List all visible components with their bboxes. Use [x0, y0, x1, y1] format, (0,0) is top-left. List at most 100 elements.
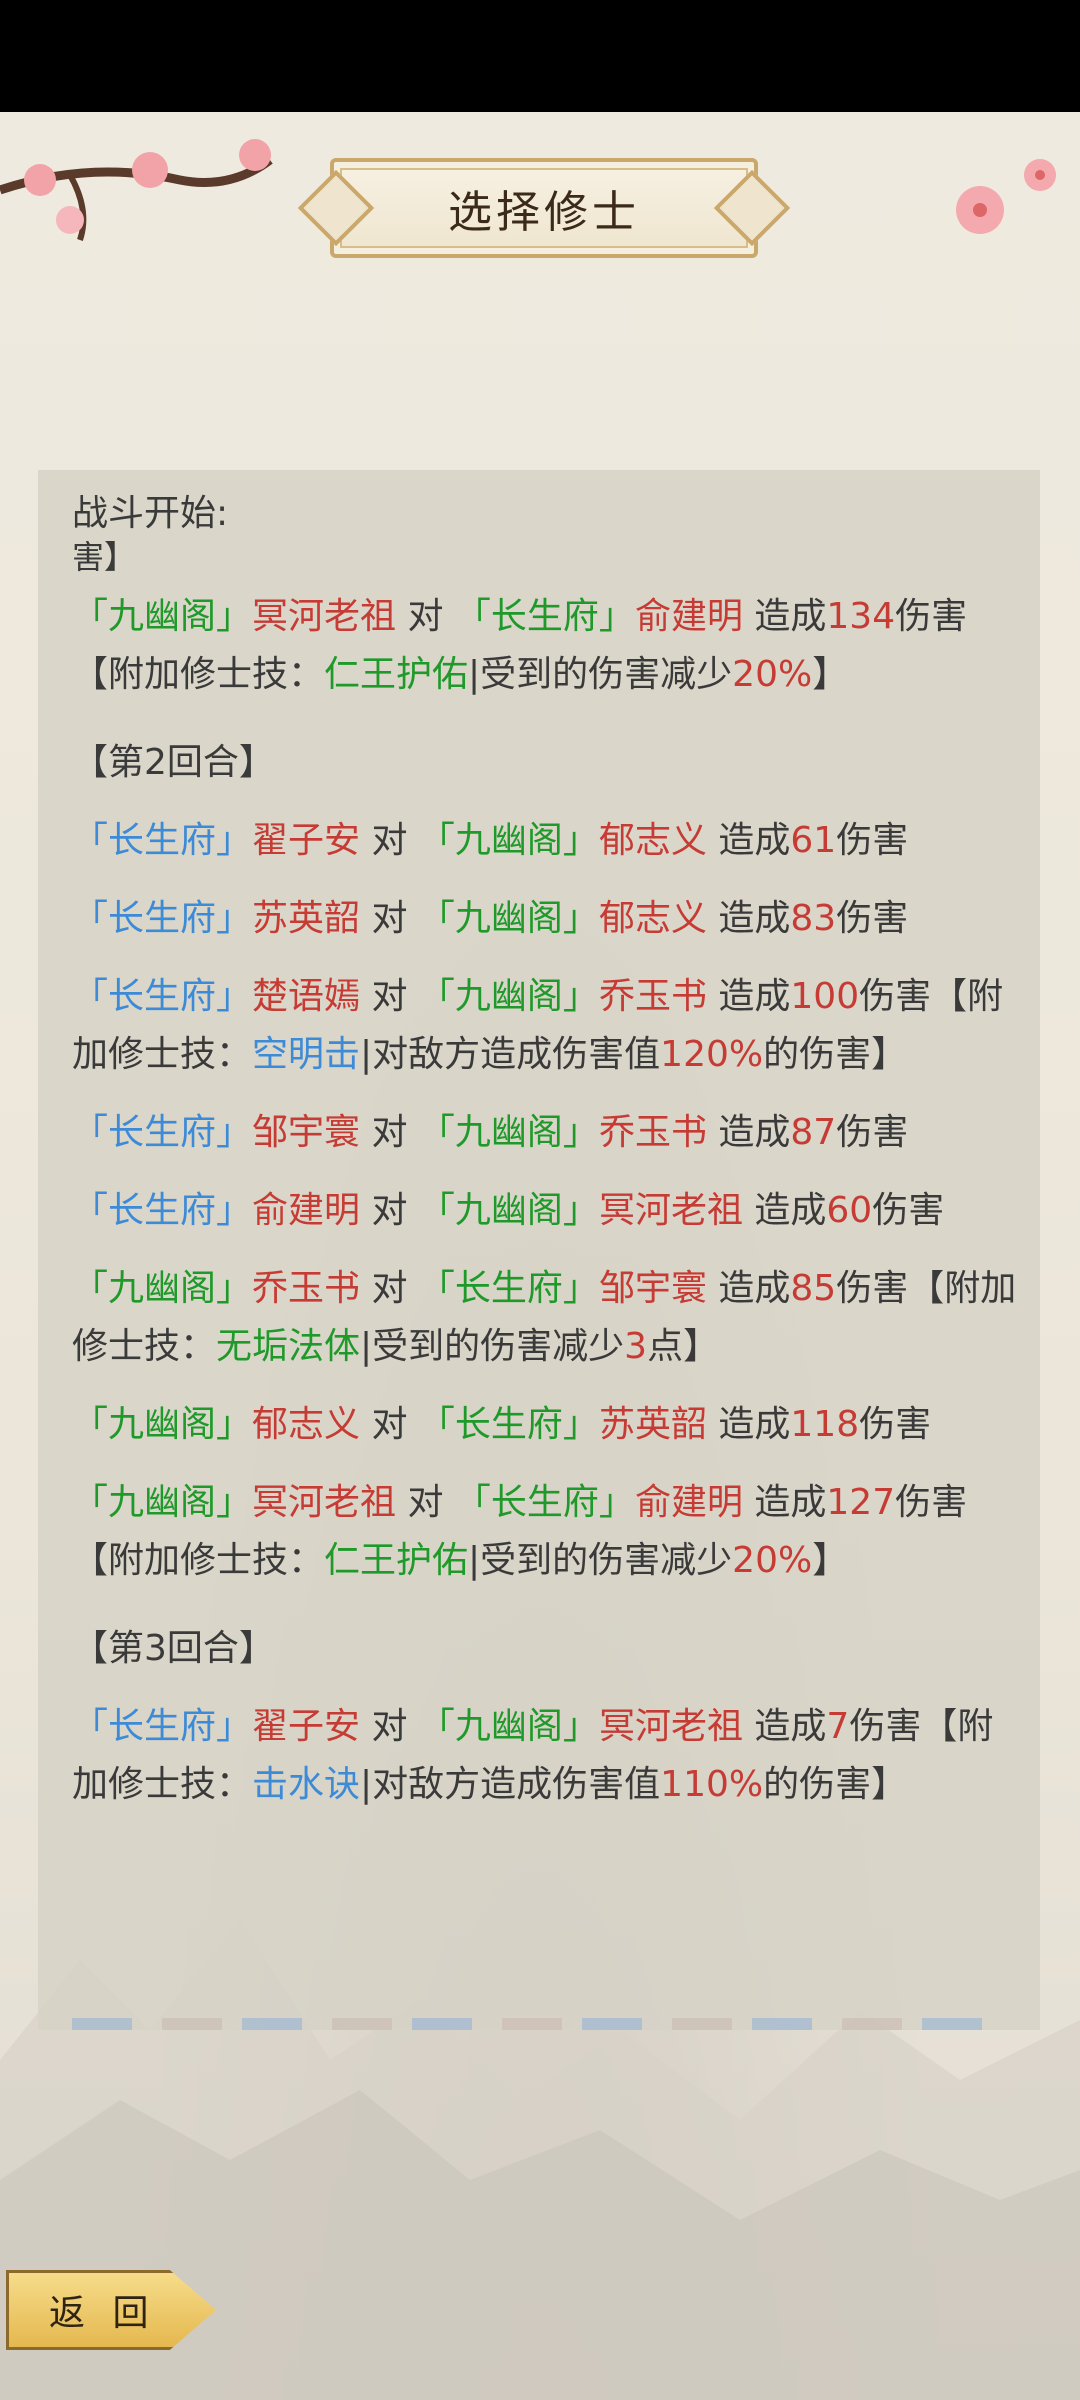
log-segment: 的伤害】 — [763, 1764, 908, 1805]
battle-log-panel[interactable]: 战斗开始: 害】 「九幽阁」冥河老祖 对 「长生府」俞建明 造成134伤害【附加… — [38, 470, 1040, 2030]
log-segment: |受到的伤害减少 — [468, 1540, 733, 1581]
log-segment: 3 — [624, 1326, 648, 1367]
log-entry: 「九幽阁」郁志义 对 「长生府」苏英韶 造成118伤害 — [72, 1396, 1022, 1454]
log-segment: 翟子安 — [252, 1706, 361, 1747]
log-segment: 冥河老祖 — [598, 1706, 743, 1747]
log-entry: 「九幽阁」乔玉书 对 「长生府」邹宇寰 造成85伤害【附加修士技：无垢法体|受到… — [72, 1260, 1022, 1376]
log-segment: 造成 — [742, 1190, 827, 1231]
log-entry: 「长生府」俞建明 对 「九幽阁」冥河老祖 造成60伤害 — [72, 1182, 1022, 1240]
log-segment: 乔玉书 — [598, 976, 707, 1017]
log-segment: 7 — [826, 1706, 850, 1747]
log-segment: 对 — [360, 976, 419, 1017]
log-segment: 冥河老祖 — [598, 1190, 743, 1231]
log-segment: 对 — [360, 1190, 419, 1231]
cut-off-log-line — [72, 2018, 1012, 2030]
log-segment: 冥河老祖 — [252, 596, 397, 637]
log-segment: 120% — [660, 1034, 764, 1075]
log-segment: 「长生府」 — [72, 1190, 253, 1231]
log-segment: 郁志义 — [598, 820, 707, 861]
title-banner: 选择修士 — [297, 158, 791, 258]
log-segment: 100 — [790, 976, 860, 1017]
log-segment: 「九幽阁」 — [418, 1190, 599, 1231]
log-segment: 苏英韶 — [598, 1404, 707, 1445]
log-segment: 点】 — [647, 1326, 720, 1367]
log-segment: |对敌方造成伤害值 — [360, 1764, 661, 1805]
log-segment: 造成 — [706, 1112, 791, 1153]
log-segment: 118 — [790, 1404, 860, 1445]
log-segment: 乔玉书 — [598, 1112, 707, 1153]
log-segment: 邹宇寰 — [598, 1268, 707, 1309]
log-segment: 伤害 — [836, 1112, 909, 1153]
log-segment: 造成 — [706, 820, 791, 861]
log-segment: 「九幽阁」 — [72, 1404, 253, 1445]
log-segment: 20% — [732, 1540, 813, 1581]
log-segment: 对 — [360, 898, 419, 939]
log-segment: 134 — [826, 596, 896, 637]
page-title: 选择修士 — [448, 187, 640, 238]
log-entry: 「长生府」翟子安 对 「九幽阁」冥河老祖 造成7伤害【附加修士技：击水诀|对敌方… — [72, 1698, 1022, 1814]
log-entry: 「长生府」邹宇寰 对 「九幽阁」乔玉书 造成87伤害 — [72, 1104, 1022, 1162]
log-segment: 郁志义 — [252, 1404, 361, 1445]
log-segment: 「九幽阁」 — [418, 1706, 599, 1747]
status-bar — [0, 0, 1080, 112]
log-segment: 乔玉书 — [252, 1268, 361, 1309]
log-segment: 「长生府」 — [454, 596, 635, 637]
log-segment: 「长生府」 — [418, 1268, 599, 1309]
log-segment: 冥河老祖 — [252, 1482, 397, 1523]
log-segment: 87 — [790, 1112, 837, 1153]
log-segment: 【第3回合】 — [72, 1628, 275, 1669]
log-segment: 「长生府」 — [72, 1112, 253, 1153]
log-segment: 「九幽阁」 — [418, 820, 599, 861]
log-segment: 对 — [360, 1268, 419, 1309]
log-segment: 造成 — [706, 1404, 791, 1445]
log-segment: 造成 — [706, 976, 791, 1017]
log-entry: 「长生府」苏英韶 对 「九幽阁」郁志义 造成83伤害 — [72, 890, 1022, 948]
log-segment: 「长生府」 — [72, 898, 253, 939]
log-segment: |受到的伤害减少 — [468, 654, 733, 695]
log-segment: 仁王护佑 — [324, 654, 469, 695]
log-entry: 「长生府」翟子安 对 「九幽阁」郁志义 造成61伤害 — [72, 812, 1022, 870]
log-segment: 127 — [826, 1482, 896, 1523]
log-segment: 「九幽阁」 — [418, 1112, 599, 1153]
log-segment: 「九幽阁」 — [72, 1482, 253, 1523]
log-segment: 俞建明 — [634, 596, 743, 637]
log-segment: 110% — [660, 1764, 764, 1805]
round-header: 【第2回合】 — [72, 734, 1022, 792]
log-segment: 「九幽阁」 — [72, 596, 253, 637]
log-segment: 「长生府」 — [454, 1482, 635, 1523]
log-segment: 造成 — [706, 898, 791, 939]
log-entry: 「九幽阁」冥河老祖 对 「长生府」俞建明 造成127伤害【附加修士技：仁王护佑|… — [72, 1474, 1022, 1590]
log-segment: 对 — [396, 1482, 455, 1523]
log-entry: 「长生府」楚语嫣 对 「九幽阁」乔玉书 造成100伤害【附加修士技：空明击|对敌… — [72, 968, 1022, 1084]
log-segment: 「长生府」 — [418, 1404, 599, 1445]
log-segment: 楚语嫣 — [252, 976, 361, 1017]
log-segment: 20% — [732, 654, 813, 695]
log-heading: 战斗开始: — [72, 493, 229, 534]
log-segment: 】 — [812, 1540, 849, 1581]
log-segment: 伤害 — [836, 820, 909, 861]
log-segment: 郁志义 — [598, 898, 707, 939]
plum-blossom-branch-icon — [0, 139, 273, 241]
log-segment: 85 — [790, 1268, 837, 1309]
log-segment: 「长生府」 — [72, 1706, 253, 1747]
log-segment: 83 — [790, 898, 837, 939]
log-entry: 「九幽阁」冥河老祖 对 「长生府」俞建明 造成134伤害【附加修士技：仁王护佑|… — [72, 588, 1022, 704]
log-segment: 伤害 — [859, 1404, 932, 1445]
log-entries: 「九幽阁」冥河老祖 对 「长生府」俞建明 造成134伤害【附加修士技：仁王护佑|… — [72, 588, 1022, 1834]
log-segment: 「长生府」 — [72, 976, 253, 1017]
log-segment: 「九幽阁」 — [418, 976, 599, 1017]
log-segment: 俞建明 — [634, 1482, 743, 1523]
log-segment: 伤害 — [872, 1190, 945, 1231]
log-segment: |对敌方造成伤害值 — [360, 1034, 661, 1075]
log-segment: 翟子安 — [252, 820, 361, 861]
log-segment: 俞建明 — [252, 1190, 361, 1231]
log-segment: 的伤害】 — [763, 1034, 908, 1075]
log-segment: 「九幽阁」 — [418, 898, 599, 939]
plum-blossom-icon — [956, 159, 1056, 234]
log-segment: 邹宇寰 — [252, 1112, 361, 1153]
log-segment: 61 — [790, 820, 837, 861]
log-segment: 造成 — [742, 1482, 827, 1523]
log-fragment: 害】 — [72, 538, 137, 576]
log-segment: 对 — [396, 596, 455, 637]
log-segment: 「长生府」 — [72, 820, 253, 861]
